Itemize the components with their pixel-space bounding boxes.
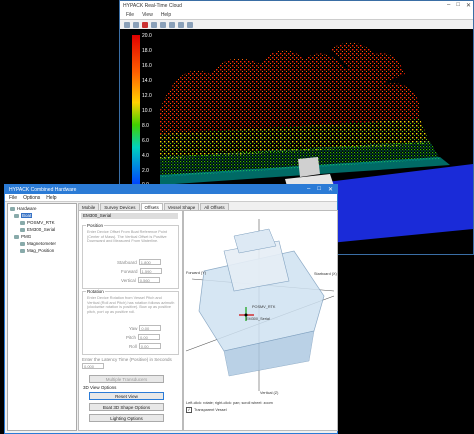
hardware-menubar: File Options Help <box>5 194 337 202</box>
record-icon[interactable] <box>142 22 148 28</box>
legend-label: 16.0 <box>142 63 152 69</box>
color-legend <box>132 35 140 185</box>
vertical-input[interactable]: 0.560 <box>137 277 160 283</box>
tree-item-posmv[interactable]: POSMV_RTK <box>20 220 55 225</box>
tree-item-pmg[interactable]: PMG <box>14 234 31 239</box>
device-header: EM300_Serial <box>81 213 178 219</box>
legend-label: 2.0 <box>142 168 149 174</box>
menu-view[interactable]: View <box>142 12 153 18</box>
legend-label: 8.0 <box>142 123 149 129</box>
marker-label-posmv: POSMV_RTK <box>252 305 276 309</box>
forward-input[interactable]: 1.590 <box>139 268 162 274</box>
field-pitch: Pitch 0.00 <box>126 334 161 340</box>
device-icon <box>20 248 25 253</box>
checkbox-label: Transparent Vessel <box>194 408 227 412</box>
roll-input[interactable]: 0.00 <box>138 343 161 349</box>
tab-survey-devices[interactable]: Survey Devices <box>100 203 140 210</box>
latency-input[interactable]: 0.000 <box>82 363 104 369</box>
view-options-label: 3D View Options <box>83 385 117 390</box>
checkbox-box[interactable]: ✓ <box>186 407 192 413</box>
menu-help[interactable]: Help <box>161 12 171 18</box>
axis-label-forward: Forward (Y) <box>186 271 207 275</box>
legend-label: 10.0 <box>142 108 152 114</box>
minimize-icon[interactable]: – <box>447 2 450 9</box>
field-starboard: Starboard 1.800 <box>117 259 161 265</box>
legend-label: 18.0 <box>142 48 152 54</box>
tree-item-hardware[interactable]: Hardware <box>10 206 37 211</box>
field-roll: Roll 0.00 <box>129 343 161 349</box>
transparent-vessel-checkbox[interactable]: ✓ Transparent Vessel <box>186 407 227 413</box>
tab-strip: Mobile Survey Devices Offsets Vessel Sha… <box>78 203 229 210</box>
multiple-transducers-button[interactable]: Multiple Transducers <box>89 375 164 383</box>
tree-item-mag-position[interactable]: Mag_Position <box>20 248 54 253</box>
field-vertical: Vertical 0.560 <box>121 277 160 283</box>
device-icon <box>20 227 25 232</box>
open-icon[interactable] <box>124 22 130 28</box>
maximize-icon[interactable]: □ <box>317 186 321 193</box>
pitch-input[interactable]: 0.00 <box>138 334 161 340</box>
marker-label-em300: EM300_Serial <box>246 317 270 321</box>
boat-icon <box>14 234 19 239</box>
rotation-description: Enter Device Rotation from Vessel Pitch … <box>87 296 175 314</box>
axis-label-starboard: Starboard (X) <box>314 272 337 276</box>
tree-item-boat[interactable]: Boat <box>14 213 33 218</box>
group-title: Rotation <box>86 289 105 294</box>
boat-icon <box>14 213 19 218</box>
tab-vessel-shape[interactable]: Vessel Shape <box>163 203 200 210</box>
settings-icon[interactable] <box>187 22 193 28</box>
field-forward: Forward 1.590 <box>121 268 162 274</box>
position-group: Position Enter Device Offset From Boat R… <box>82 223 179 289</box>
latency-label: Enter the Latency Time (Positive) in Sec… <box>82 357 172 362</box>
device-icon <box>20 241 25 246</box>
latency-field: Enter the Latency Time (Positive) in Sec… <box>82 357 172 369</box>
tree-item-magnetometer[interactable]: Magnetometer <box>20 241 56 246</box>
legend-label: 12.0 <box>142 93 152 99</box>
group-title: Position <box>86 223 105 228</box>
menu-file[interactable]: File <box>126 12 134 18</box>
legend-label: 14.0 <box>142 78 152 84</box>
minimize-icon[interactable]: – <box>307 186 310 193</box>
device-icon <box>20 220 25 225</box>
hardware-tree: Hardware Boat POSMV_RTK EM300_Serial PMG… <box>7 203 77 431</box>
window-title: HYPACK Combined Hardware <box>9 186 77 193</box>
tab-offsets[interactable]: Offsets <box>140 203 163 210</box>
position-description: Enter Device Offset From Boat Reference … <box>87 230 167 244</box>
rotation-group: Rotation Enter Device Rotation from Vess… <box>82 289 179 355</box>
menu-options[interactable]: Options <box>23 195 40 201</box>
legend-label: 4.0 <box>142 153 149 159</box>
hardware-titlebar: HYPACK Combined Hardware – □ ✕ <box>5 185 337 194</box>
hardware-window: HYPACK Combined Hardware – □ ✕ File Opti… <box>4 184 338 434</box>
view-hint: Left-click: rotate; right-click: pan; sc… <box>186 401 273 405</box>
zoom-out-icon[interactable] <box>160 22 166 28</box>
save-icon[interactable] <box>133 22 139 28</box>
pointcloud-menubar: File View Help <box>120 11 473 20</box>
tree-item-em300[interactable]: EM300_Serial <box>20 227 55 232</box>
rotate-icon[interactable] <box>169 22 175 28</box>
window-title: HYPACK Real-Time Cloud <box>123 3 182 9</box>
boat-shape-button[interactable]: Boat 3D Shape Options <box>89 403 164 411</box>
folder-icon <box>10 206 15 211</box>
reset-view-button[interactable]: Reset View <box>89 392 164 400</box>
legend-label: 20.0 <box>142 33 152 39</box>
starboard-input[interactable]: 1.800 <box>138 259 161 265</box>
menu-help[interactable]: Help <box>46 195 56 201</box>
maximize-icon[interactable]: □ <box>456 2 460 9</box>
offsets-panel: EM300_Serial Position Enter Device Offse… <box>78 210 183 431</box>
axis-label-vertical: Vertical (Z) <box>260 391 279 395</box>
vessel-3d-view[interactable]: Forward (Y) Starboard (X) Vertical (Z) P… <box>183 210 338 431</box>
close-icon[interactable]: ✕ <box>328 186 333 193</box>
tab-all-offsets[interactable]: All Offsets <box>200 203 229 210</box>
close-icon[interactable]: ✕ <box>466 2 471 9</box>
field-yaw: Yaw 0.00 <box>129 325 162 331</box>
tab-mobile[interactable]: Mobile <box>78 203 100 210</box>
legend-label: 6.0 <box>142 138 149 144</box>
lighting-options-button[interactable]: Lighting Options <box>89 414 164 422</box>
pan-icon[interactable] <box>178 22 184 28</box>
yaw-input[interactable]: 0.00 <box>139 325 162 331</box>
pointcloud-titlebar: HYPACK Real-Time Cloud – □ ✕ <box>120 1 473 11</box>
zoom-in-icon[interactable] <box>151 22 157 28</box>
vessel-render <box>185 219 335 391</box>
menu-file[interactable]: File <box>9 195 17 201</box>
